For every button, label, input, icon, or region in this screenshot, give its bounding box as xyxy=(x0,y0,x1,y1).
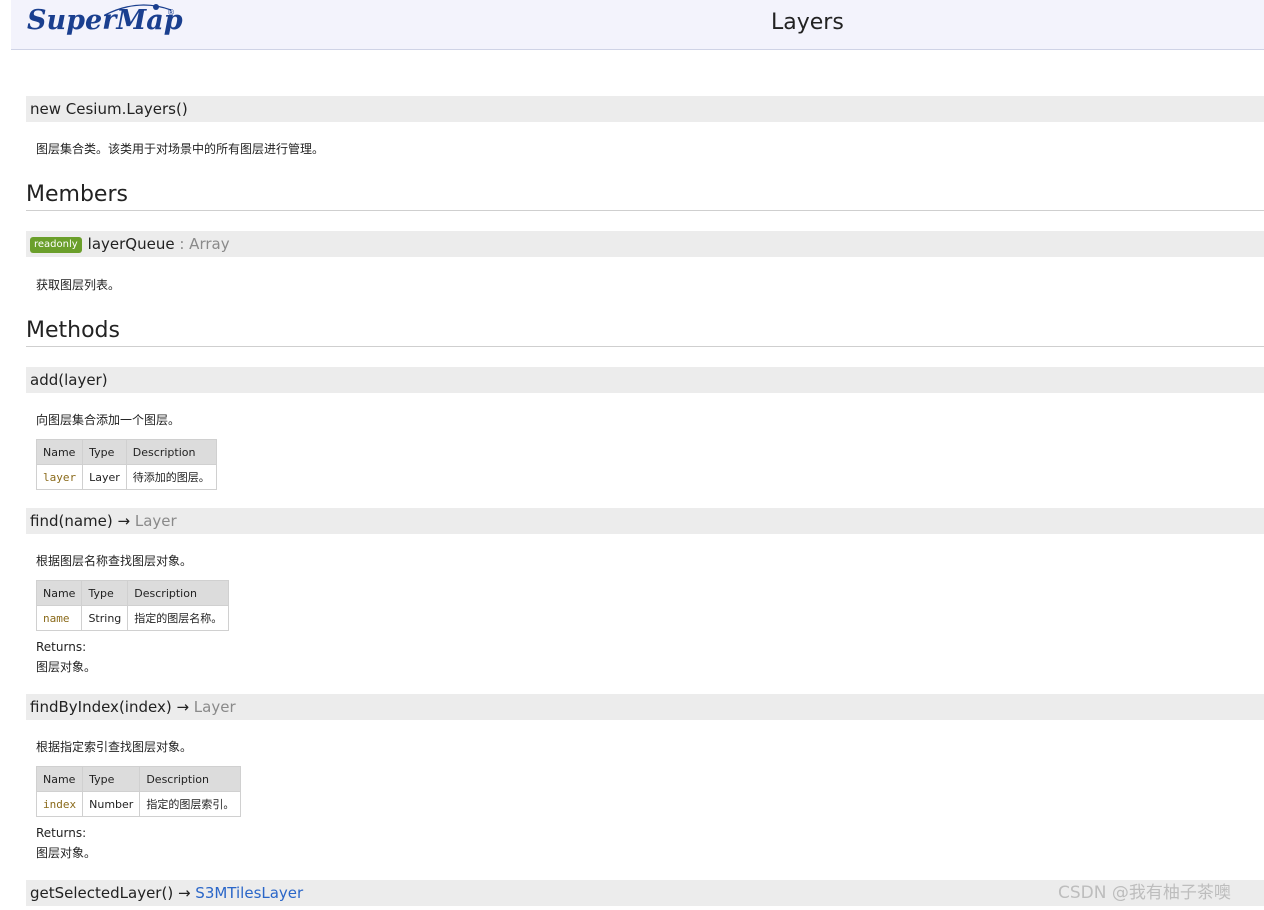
params-header-row: Name Type Description xyxy=(35,580,230,606)
param-description: 指定的图层名称。 xyxy=(127,605,230,631)
param-col-name: Name xyxy=(35,580,83,606)
return-arrow: → xyxy=(173,884,196,902)
return-type: Layer xyxy=(193,698,236,716)
return-type-link[interactable]: S3MTilesLayer xyxy=(195,884,303,902)
return-arrow: → xyxy=(112,512,135,530)
methods-heading: Methods xyxy=(26,318,1264,347)
table-row: name String 指定的图层名称。 xyxy=(35,605,230,631)
csdn-watermark: CSDN @我有柚子茶噢 xyxy=(1058,883,1231,903)
constructor-signature-text: new Cesium.Layers() xyxy=(30,100,188,118)
method-add-params-table: Name Type Description layer Layer 待添加的图层… xyxy=(35,439,217,490)
member-name: layerQueue xyxy=(87,235,175,253)
member-layerqueue-description: 获取图层列表。 xyxy=(36,278,121,292)
method-findbyindex-signature: findByIndex(index) → Layer xyxy=(26,694,1264,720)
param-type: Layer xyxy=(82,464,127,490)
param-description: 待添加的图层。 xyxy=(125,464,217,490)
param-name: layer xyxy=(35,464,84,490)
param-col-description: Description xyxy=(127,580,230,606)
member-type: : Array xyxy=(174,235,230,253)
param-col-description: Description xyxy=(139,766,242,792)
param-col-name: Name xyxy=(35,439,84,465)
constructor-description: 图层集合类。该类用于对场景中的所有图层进行管理。 xyxy=(36,142,325,156)
param-col-type: Type xyxy=(82,766,141,792)
method-findbyindex-description: 根据指定索引查找图层对象。 xyxy=(36,740,193,754)
supermap-logo[interactable]: SuperMap xyxy=(27,5,183,36)
page-title: Layers xyxy=(771,10,844,35)
param-description: 指定的图层索引。 xyxy=(139,791,242,817)
param-col-type: Type xyxy=(82,439,127,465)
param-col-description: Description xyxy=(125,439,217,465)
param-name: name xyxy=(35,605,83,631)
method-name: add(layer) xyxy=(30,371,108,389)
member-layerqueue-signature: readonly layerQueue : Array xyxy=(26,231,1264,257)
method-add-description: 向图层集合添加一个图层。 xyxy=(36,413,181,427)
param-type: String xyxy=(81,605,129,631)
param-name: index xyxy=(35,791,84,817)
table-row: layer Layer 待添加的图层。 xyxy=(35,464,217,490)
params-header-row: Name Type Description xyxy=(35,439,217,465)
return-arrow: → xyxy=(171,698,194,716)
method-find-signature: find(name) → Layer xyxy=(26,508,1264,534)
param-col-name: Name xyxy=(35,766,84,792)
method-name: find(name) xyxy=(30,512,113,530)
param-col-type: Type xyxy=(81,580,129,606)
table-row: index Number 指定的图层索引。 xyxy=(35,791,242,817)
method-name: findByIndex(index) xyxy=(30,698,172,716)
constructor-signature: new Cesium.Layers() xyxy=(26,96,1264,122)
method-find-returns: Returns: 图层对象。 xyxy=(36,637,96,677)
method-find-description: 根据图层名称查找图层对象。 xyxy=(36,554,193,568)
method-add-signature: add(layer) xyxy=(26,367,1264,393)
param-type: Number xyxy=(82,791,141,817)
method-findbyindex-params-table: Name Type Description index Number 指定的图层… xyxy=(35,766,242,817)
readonly-badge: readonly xyxy=(30,237,82,253)
params-header-row: Name Type Description xyxy=(35,766,242,792)
returns-label: Returns: xyxy=(36,826,87,840)
logo-registered-mark: ® xyxy=(167,8,175,17)
returns-label: Returns: xyxy=(36,640,87,654)
members-heading: Members xyxy=(26,182,1264,211)
page-header: SuperMap ® Layers xyxy=(11,0,1264,50)
method-findbyindex-returns: Returns: 图层对象。 xyxy=(36,823,96,863)
method-name: getSelectedLayer() xyxy=(30,884,174,902)
return-type: Layer xyxy=(134,512,177,530)
returns-text: 图层对象。 xyxy=(36,846,97,860)
returns-text: 图层对象。 xyxy=(36,660,97,674)
method-find-params-table: Name Type Description name String 指定的图层名… xyxy=(35,580,230,631)
